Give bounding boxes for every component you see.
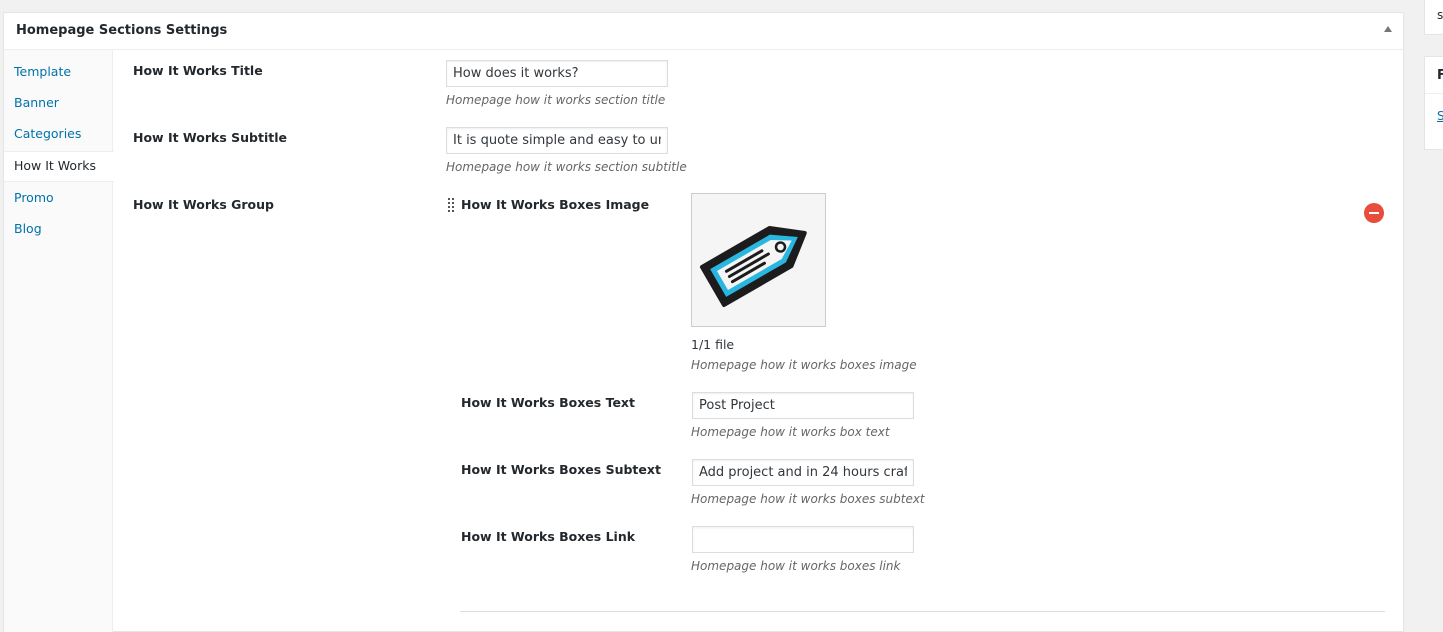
group-divider [460, 611, 1385, 612]
boxes-subtext-label: How It Works Boxes Subtext [461, 462, 661, 477]
boxes-link-label: How It Works Boxes Link [461, 529, 636, 544]
homepage-sections-metabox: Homepage Sections Settings Template Bann… [3, 12, 1404, 632]
boxes-text-description: Homepage how it works box text [691, 425, 890, 439]
boxes-subtext-input[interactable] [692, 459, 914, 486]
boxes-image-thumbnail[interactable] [691, 193, 826, 327]
boxes-link-input[interactable] [692, 526, 914, 553]
subtitle-field-label: How It Works Subtitle [133, 130, 287, 145]
subtitle-field-description: Homepage how it works section subtitle [446, 160, 687, 174]
boxes-text-label: How It Works Boxes Text [461, 395, 635, 410]
side-panel-link[interactable]: S [1437, 109, 1443, 123]
tab-blog[interactable]: Blog [4, 214, 113, 245]
title-field-description: Homepage how it works section title [446, 93, 666, 107]
boxes-link-description: Homepage how it works boxes link [691, 559, 901, 573]
tab-how-it-works[interactable]: How It Works [4, 151, 114, 182]
side-panel-top: s [1424, 0, 1443, 35]
side-panel-heading: F [1437, 68, 1443, 83]
title-field-label: How It Works Title [133, 63, 263, 78]
title-input[interactable] [446, 60, 668, 87]
boxes-image-label: How It Works Boxes Image [461, 197, 650, 212]
group-field-label: How It Works Group [133, 197, 274, 212]
boxes-subtext-description: Homepage how it works boxes subtext [691, 492, 925, 506]
section-tabs: Template Banner Categories How It Works … [4, 50, 114, 632]
boxes-image-description: Homepage how it works boxes image [691, 358, 917, 372]
subtitle-input[interactable] [446, 127, 668, 154]
metabox-title: Homepage Sections Settings [16, 23, 228, 38]
tab-categories[interactable]: Categories [4, 119, 113, 150]
tab-template[interactable]: Template [4, 57, 113, 88]
tab-promo[interactable]: Promo [4, 183, 113, 214]
price-tag-icon [699, 225, 807, 308]
collapse-arrow-icon[interactable] [1384, 26, 1392, 32]
boxes-text-input[interactable] [692, 392, 914, 419]
side-panel-divider [1425, 93, 1443, 94]
image-file-count: 1/1 file [691, 337, 735, 352]
side-panel-box: F S [1424, 56, 1443, 150]
remove-group-item-icon[interactable] [1364, 203, 1384, 223]
side-panel-top-text: s [1437, 8, 1443, 22]
tab-banner[interactable]: Banner [4, 88, 113, 119]
metabox-header[interactable]: Homepage Sections Settings [4, 13, 1403, 50]
drag-handle-icon[interactable] [447, 198, 455, 212]
